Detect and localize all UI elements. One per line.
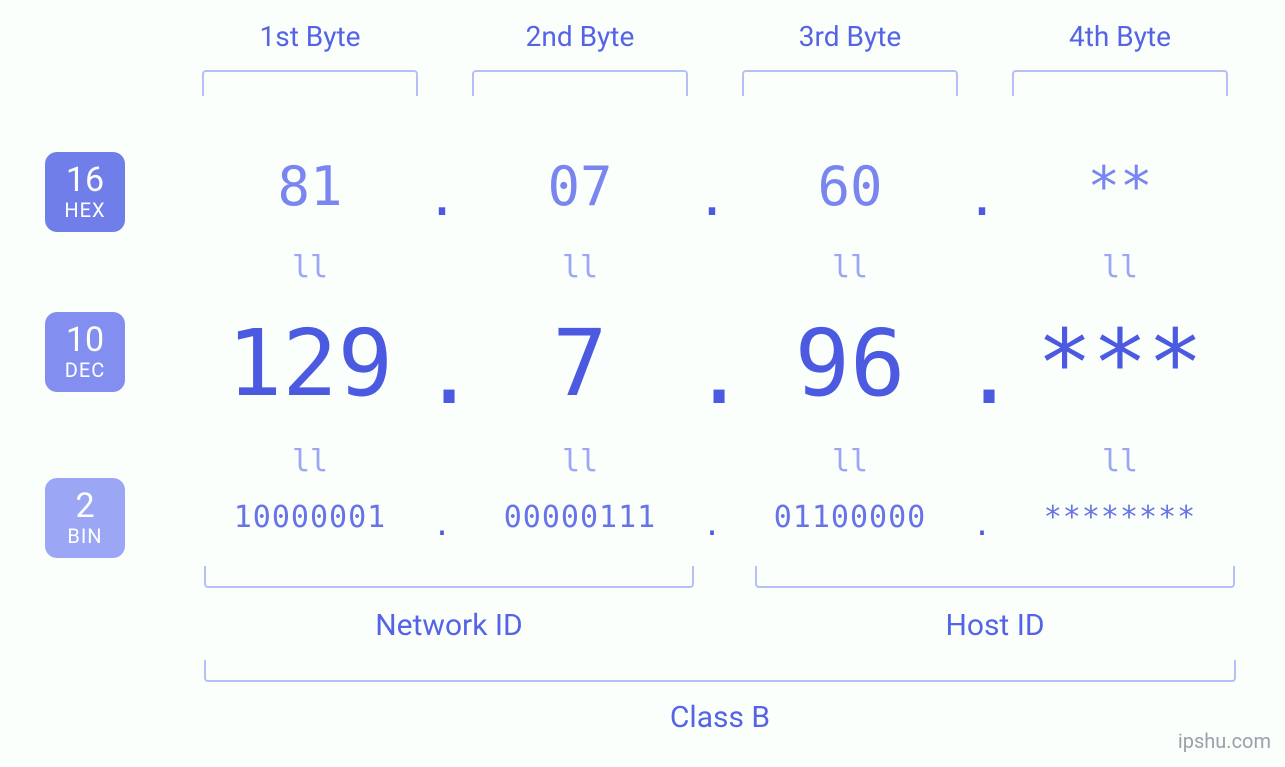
dot-separator: . xyxy=(962,168,1002,228)
badge-number: 16 xyxy=(66,163,104,199)
host-bracket xyxy=(755,566,1235,588)
dec-value: *** xyxy=(990,310,1250,417)
dec-value: 7 xyxy=(450,310,710,417)
equals-icon: ll xyxy=(720,444,980,479)
equals-icon: ll xyxy=(180,250,440,285)
dot-separator: . xyxy=(692,168,732,228)
byte-column-1: 1st Byte 81 ll 129 ll 10000001 xyxy=(180,0,440,600)
badge-label: BIN xyxy=(67,526,102,547)
equals-icon: ll xyxy=(990,444,1250,479)
equals-icon: ll xyxy=(180,444,440,479)
byte-header: 2nd Byte xyxy=(450,20,710,53)
ip-grid: 1st Byte 81 ll 129 ll 10000001 2nd Byte … xyxy=(180,0,1240,600)
class-bracket xyxy=(204,660,1236,682)
network-label: Network ID xyxy=(204,608,694,643)
dot-separator: . xyxy=(692,320,732,425)
byte-column-2: 2nd Byte 07 ll 7 ll 00000111 xyxy=(450,0,710,600)
network-bracket xyxy=(204,566,694,588)
equals-icon: ll xyxy=(990,250,1250,285)
bin-value: 10000001 xyxy=(180,500,440,535)
dot-separator: . xyxy=(692,508,732,543)
bin-value: ******** xyxy=(990,500,1250,535)
dot-separator: . xyxy=(422,168,462,228)
byte-header: 3rd Byte xyxy=(720,20,980,53)
byte-column-3: 3rd Byte 60 ll 96 ll 01100000 xyxy=(720,0,980,600)
hex-value: 60 xyxy=(720,155,980,218)
dec-value: 96 xyxy=(720,310,980,417)
equals-icon: ll xyxy=(720,250,980,285)
hex-value: ** xyxy=(990,155,1250,218)
equals-icon: ll xyxy=(450,444,710,479)
badge-label: DEC xyxy=(65,360,106,381)
badge-number: 10 xyxy=(66,323,104,359)
watermark: ipshu.com xyxy=(1178,729,1271,753)
badge-label: HEX xyxy=(64,200,105,221)
byte-bracket xyxy=(472,70,688,96)
byte-bracket xyxy=(202,70,418,96)
bin-value: 00000111 xyxy=(450,500,710,535)
class-label: Class B xyxy=(204,700,1236,735)
byte-bracket xyxy=(742,70,958,96)
byte-header: 4th Byte xyxy=(990,20,1250,53)
dot-separator: . xyxy=(962,320,1002,425)
byte-column-4: 4th Byte ** ll *** ll ******** xyxy=(990,0,1250,600)
byte-bracket xyxy=(1012,70,1228,96)
equals-icon: ll xyxy=(450,250,710,285)
base-badge-dec: 10 DEC xyxy=(45,312,125,392)
badge-number: 2 xyxy=(75,489,94,525)
dec-value: 129 xyxy=(180,310,440,417)
dot-separator: . xyxy=(422,508,462,543)
byte-header: 1st Byte xyxy=(180,20,440,53)
hex-value: 07 xyxy=(450,155,710,218)
bin-value: 01100000 xyxy=(720,500,980,535)
hex-value: 81 xyxy=(180,155,440,218)
dot-separator: . xyxy=(962,508,1002,543)
base-badge-bin: 2 BIN xyxy=(45,478,125,558)
base-badge-hex: 16 HEX xyxy=(45,152,125,232)
dot-separator: . xyxy=(422,320,462,425)
host-label: Host ID xyxy=(755,608,1235,643)
